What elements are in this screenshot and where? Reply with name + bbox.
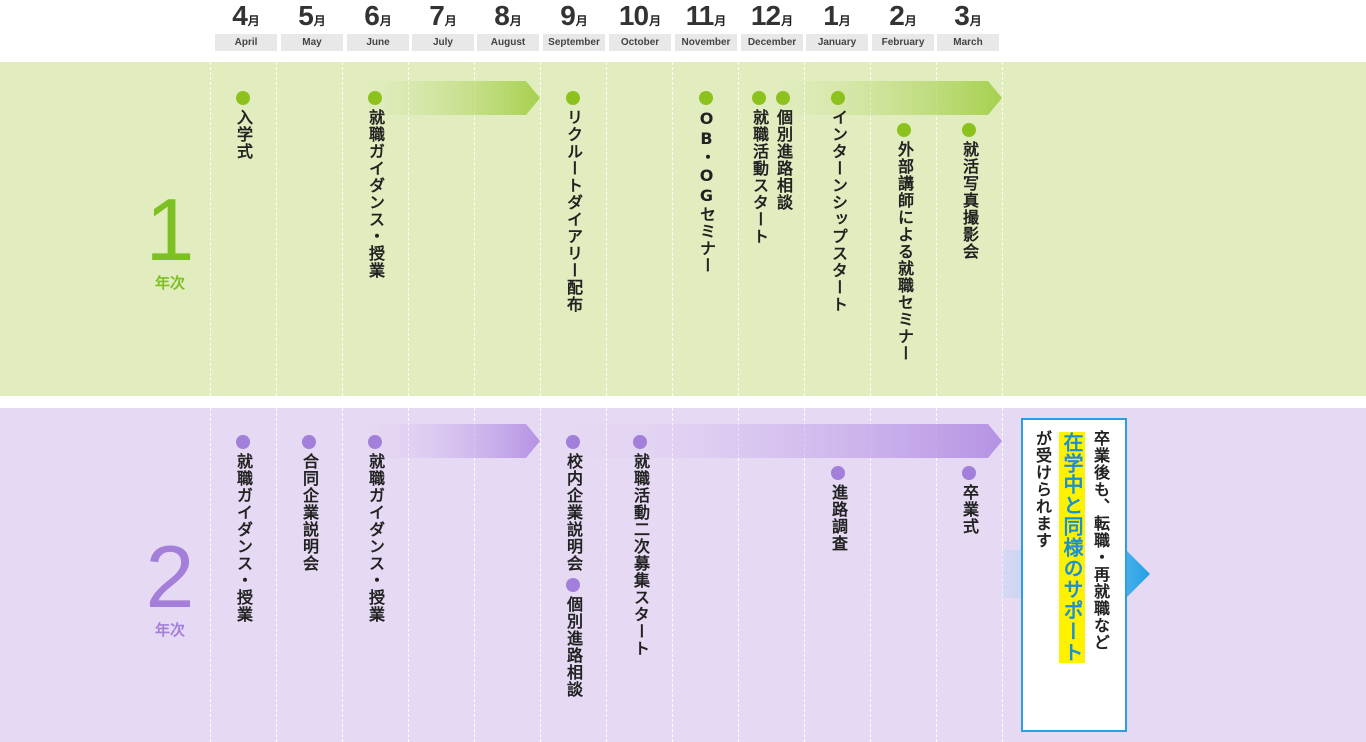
month-9: 9月 September bbox=[543, 0, 605, 51]
post-graduation-support-callout: 卒業後も、転職・再就職など 在学中と同様のサポート が受けられます bbox=[1021, 418, 1127, 732]
purple-dot-icon bbox=[236, 435, 250, 449]
event-career-survey: 進路調査 bbox=[827, 466, 849, 552]
month-12: 12月 December bbox=[741, 0, 803, 51]
green-dot-icon bbox=[236, 91, 250, 105]
green-dot-icon bbox=[566, 91, 580, 105]
purple-dot-icon bbox=[566, 435, 580, 449]
month-6: 6月 June bbox=[347, 0, 409, 51]
event-external-seminar: 外部講師による就職セミナー bbox=[893, 123, 915, 362]
column-divider bbox=[936, 62, 937, 742]
event-joint-company-fair: 合同企業説明会 bbox=[298, 435, 320, 572]
month-3: 3月 March bbox=[937, 0, 999, 51]
green-dot-icon bbox=[699, 91, 713, 105]
arrow-green-dec-mar bbox=[776, 81, 1002, 115]
callout-line1: 卒業後も、転職・再就職など bbox=[1091, 430, 1110, 651]
month-2: 2月 February bbox=[872, 0, 934, 51]
year2-label: 2 年次 bbox=[145, 527, 195, 640]
month-8: 8月 August bbox=[477, 0, 539, 51]
event-recruit-diary: リクルートダイアリー配布 bbox=[562, 91, 584, 313]
column-divider bbox=[606, 62, 607, 742]
callout-highlight: 在学中と同様のサポート bbox=[1059, 432, 1085, 663]
column-divider bbox=[408, 62, 409, 742]
purple-dot-icon bbox=[368, 435, 382, 449]
purple-dot-icon bbox=[633, 435, 647, 449]
month-10: 10月 October bbox=[609, 0, 671, 51]
purple-dot-icon bbox=[566, 578, 580, 592]
column-divider bbox=[540, 62, 541, 742]
column-divider bbox=[210, 62, 211, 742]
arrow-purple-jun-aug bbox=[368, 424, 540, 458]
event-guidance: 就職ガイダンス・授業 bbox=[232, 435, 254, 623]
column-divider bbox=[1002, 62, 1003, 742]
event-graduation: 卒業式 bbox=[958, 466, 980, 535]
month-1: 1月 January bbox=[806, 0, 868, 51]
green-dot-icon bbox=[962, 123, 976, 137]
column-divider bbox=[870, 62, 871, 742]
event-campus-company-fair: 校内企業説明会 個別進路相談 bbox=[562, 435, 584, 698]
green-dot-icon bbox=[752, 91, 766, 105]
month-4: 4月 April bbox=[215, 0, 277, 51]
callout-line3: が受けられます bbox=[1033, 430, 1052, 549]
green-dot-icon bbox=[776, 91, 790, 105]
column-divider bbox=[276, 62, 277, 742]
column-divider bbox=[672, 62, 673, 742]
green-dot-icon bbox=[897, 123, 911, 137]
green-dot-icon bbox=[368, 91, 382, 105]
column-divider bbox=[738, 62, 739, 742]
event-guidance: 就職ガイダンス・授業 bbox=[364, 435, 386, 623]
month-7: 7月 July bbox=[412, 0, 474, 51]
month-11: 11月 November bbox=[675, 0, 737, 51]
event-second-recruitment: 就職活動二次募集スタート bbox=[629, 435, 651, 657]
year1-label: 1 年次 bbox=[145, 180, 195, 293]
month-5: 5月 May bbox=[281, 0, 343, 51]
event-entrance-ceremony: 入学式 bbox=[232, 91, 254, 160]
arrow-green-jun-aug bbox=[368, 81, 540, 115]
column-divider bbox=[342, 62, 343, 742]
event-ob-og-seminar: OB・OGセミナー bbox=[695, 91, 717, 274]
event-career-counseling: 個別進路相談 bbox=[772, 91, 794, 211]
event-photo-session: 就活写真撮影会 bbox=[958, 123, 980, 260]
column-divider bbox=[804, 62, 805, 742]
event-guidance: 就職ガイダンス・授業 bbox=[364, 91, 386, 279]
purple-dot-icon bbox=[962, 466, 976, 480]
green-dot-icon bbox=[831, 91, 845, 105]
event-job-hunting-start: 就職活動スタート bbox=[748, 91, 770, 245]
column-divider bbox=[474, 62, 475, 742]
purple-dot-icon bbox=[302, 435, 316, 449]
event-internship-start: インターンシップスタート bbox=[827, 91, 849, 313]
purple-dot-icon bbox=[831, 466, 845, 480]
